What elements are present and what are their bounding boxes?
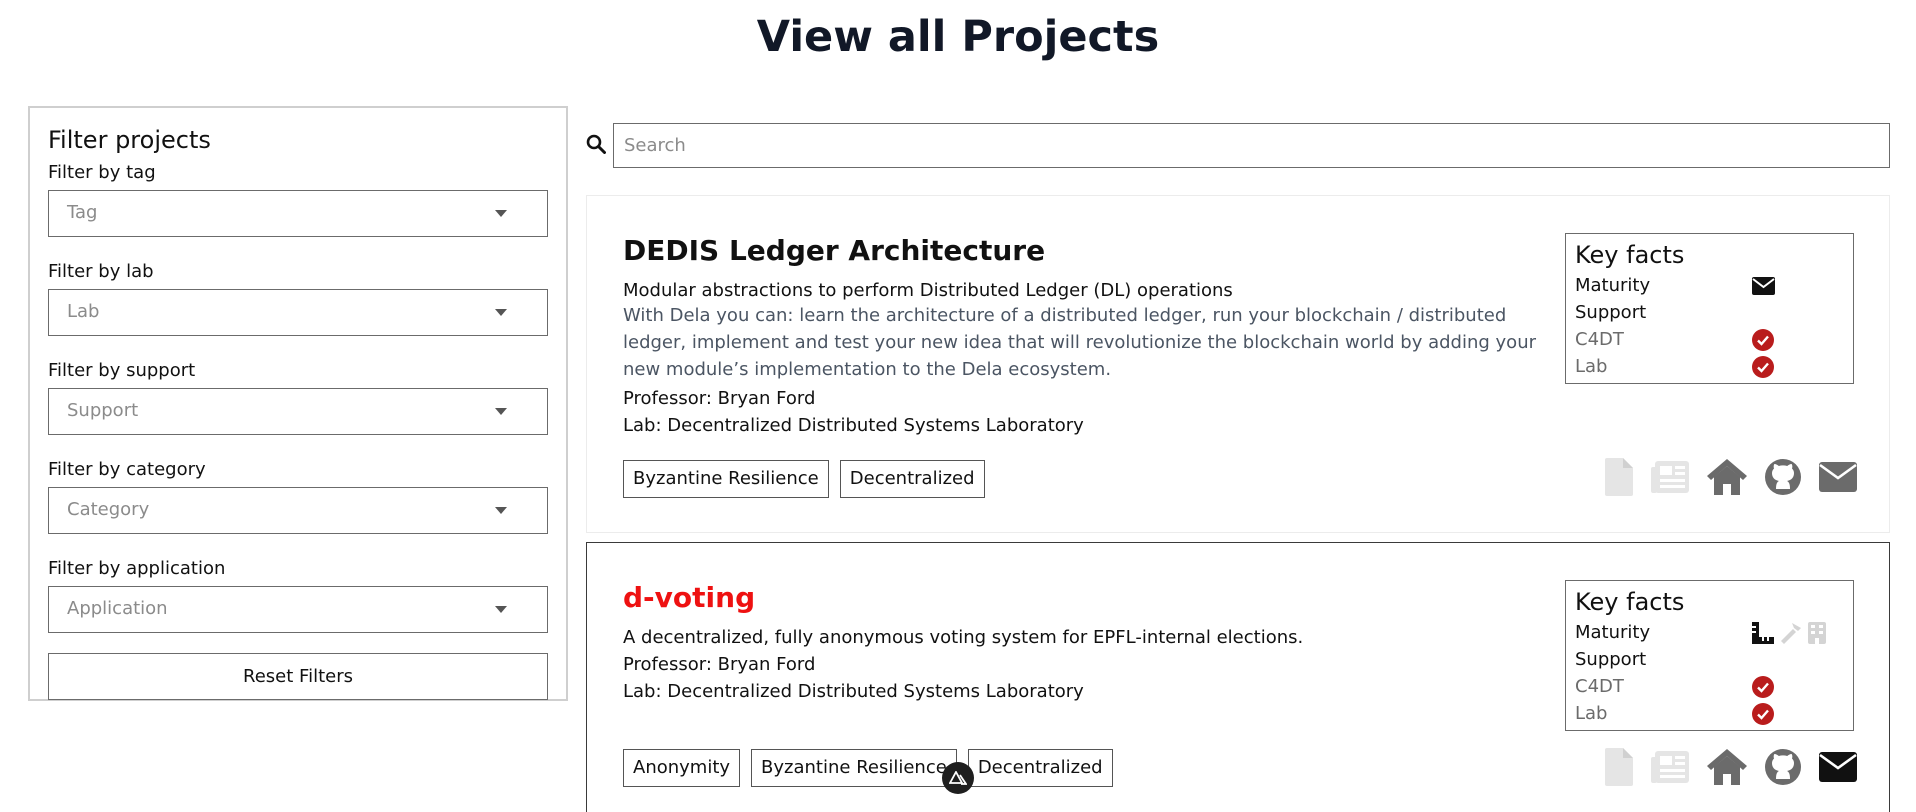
chevron-down-icon xyxy=(495,507,507,514)
key-fact-c4dt: C4DT xyxy=(1575,326,1844,353)
project-card[interactable]: d-voting A decentralized, fully anonymou… xyxy=(586,542,1890,812)
project-professor: Professor: Bryan Ford xyxy=(623,388,816,409)
filter-panel: Filter projects Filter by tag Tag Filter… xyxy=(28,106,568,701)
key-fact-lab: Lab xyxy=(1575,700,1844,727)
key-fact-maturity: Maturity xyxy=(1575,619,1844,646)
tag-list: Byzantine Resilience Decentralized xyxy=(623,460,985,498)
key-facts-title: Key facts xyxy=(1575,588,1685,616)
envelope-icon[interactable] xyxy=(1819,752,1857,782)
project-links xyxy=(1605,458,1857,496)
nuxt-icon xyxy=(949,771,967,785)
project-extra-description: With Dela you can: learn the architectur… xyxy=(623,305,1537,380)
key-fact-lab-label: Lab xyxy=(1575,703,1608,724)
tag-chip[interactable]: Byzantine Resilience xyxy=(751,749,957,787)
building-icon xyxy=(1808,622,1826,644)
key-facts-title: Key facts xyxy=(1575,241,1685,269)
envelope-icon xyxy=(1752,277,1775,295)
key-fact-support: Support xyxy=(1575,646,1844,673)
key-fact-c4dt: C4DT xyxy=(1575,673,1844,700)
tag-chip[interactable]: Decentralized xyxy=(967,749,1113,787)
github-icon[interactable] xyxy=(1765,459,1801,495)
key-fact-support-label: Support xyxy=(1575,302,1647,323)
search-input[interactable] xyxy=(613,123,1890,168)
filter-support-placeholder: Support xyxy=(67,400,139,421)
check-circle-icon xyxy=(1752,329,1774,351)
filter-application-select[interactable]: Application xyxy=(48,586,548,633)
nuxt-devtools-button[interactable] xyxy=(942,762,974,794)
filter-support-label: Filter by support xyxy=(48,360,196,381)
chevron-down-icon xyxy=(495,408,507,415)
filter-category-placeholder: Category xyxy=(67,499,150,520)
filter-panel-title: Filter projects xyxy=(48,126,211,154)
home-icon[interactable] xyxy=(1707,749,1747,785)
filter-application-label: Filter by application xyxy=(48,558,226,579)
tag-chip[interactable]: Byzantine Resilience xyxy=(623,460,829,498)
key-fact-maturity-label: Maturity xyxy=(1575,622,1651,643)
key-fact-lab: Lab xyxy=(1575,353,1844,380)
hammer-icon xyxy=(1781,623,1801,644)
key-fact-maturity-label: Maturity xyxy=(1575,275,1651,296)
project-links xyxy=(1605,748,1857,786)
key-fact-support-label: Support xyxy=(1575,649,1647,670)
key-fact-lab-label: Lab xyxy=(1575,356,1608,377)
github-icon[interactable] xyxy=(1765,749,1801,785)
tag-chip[interactable]: Decentralized xyxy=(839,460,985,498)
key-fact-c4dt-label: C4DT xyxy=(1575,676,1624,697)
filter-tag-label: Filter by tag xyxy=(48,162,156,183)
project-description: A decentralized, fully anonymous voting … xyxy=(623,627,1304,648)
chevron-down-icon xyxy=(495,309,507,316)
project-lab: Lab: Decentralized Distributed Systems L… xyxy=(623,415,1084,436)
filter-lab-select[interactable]: Lab xyxy=(48,289,548,336)
filter-lab-label: Filter by lab xyxy=(48,261,154,282)
tag-chip[interactable]: Anonymity xyxy=(623,749,741,787)
project-title[interactable]: DEDIS Ledger Architecture xyxy=(623,234,1045,267)
filter-lab-placeholder: Lab xyxy=(67,301,100,322)
search-icon xyxy=(586,134,606,154)
project-description: Modular abstractions to perform Distribu… xyxy=(623,280,1233,301)
key-facts-box: Key facts Maturity Support C4DT Lab xyxy=(1565,580,1854,731)
page-title: View all Projects xyxy=(756,12,1160,62)
newspaper-icon[interactable] xyxy=(1651,461,1689,493)
project-professor: Professor: Bryan Ford xyxy=(623,654,816,675)
filter-category-label: Filter by category xyxy=(48,459,206,480)
document-icon[interactable] xyxy=(1605,748,1633,786)
chevron-down-icon xyxy=(495,210,507,217)
filter-tag-placeholder: Tag xyxy=(67,202,98,223)
tag-list: Anonymity Byzantine Resilience Decentral… xyxy=(623,749,1113,787)
project-card[interactable]: DEDIS Ledger Architecture Modular abstra… xyxy=(586,195,1890,533)
check-circle-icon xyxy=(1752,356,1774,378)
home-icon[interactable] xyxy=(1707,459,1747,495)
ruler-icon xyxy=(1752,622,1774,644)
filter-support-select[interactable]: Support xyxy=(48,388,548,435)
key-fact-maturity: Maturity xyxy=(1575,272,1844,299)
key-fact-c4dt-label: C4DT xyxy=(1575,329,1624,350)
filter-category-select[interactable]: Category xyxy=(48,487,548,534)
check-circle-icon xyxy=(1752,703,1774,725)
key-facts-box: Key facts Maturity Support C4DT Lab xyxy=(1565,233,1854,384)
reset-filters-button[interactable]: Reset Filters xyxy=(48,653,548,700)
chevron-down-icon xyxy=(495,606,507,613)
project-title[interactable]: d-voting xyxy=(623,581,755,614)
document-icon[interactable] xyxy=(1605,458,1633,496)
key-fact-support: Support xyxy=(1575,299,1844,326)
filter-tag-select[interactable]: Tag xyxy=(48,190,548,237)
filter-application-placeholder: Application xyxy=(67,598,168,619)
newspaper-icon[interactable] xyxy=(1651,751,1689,783)
project-lab: Lab: Decentralized Distributed Systems L… xyxy=(623,681,1084,702)
check-circle-icon xyxy=(1752,676,1774,698)
envelope-icon[interactable] xyxy=(1819,462,1857,492)
